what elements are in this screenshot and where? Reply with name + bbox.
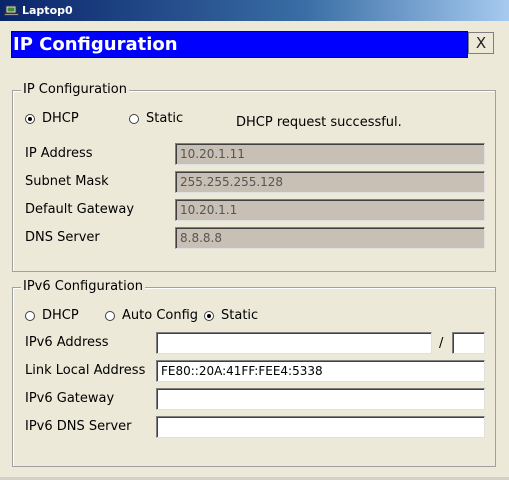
ipv6-dns-server-label: IPv6 DNS Server bbox=[25, 419, 132, 434]
radio-indicator bbox=[129, 114, 139, 124]
ipv6-gateway-label: IPv6 Gateway bbox=[25, 391, 115, 406]
ipv4-dhcp-radio[interactable]: DHCP bbox=[25, 111, 79, 127]
default-gateway-field[interactable] bbox=[175, 199, 485, 221]
dns-server-field[interactable] bbox=[175, 227, 485, 249]
window-title: Laptop0 bbox=[22, 4, 73, 17]
page-title: IP Configuration bbox=[13, 34, 178, 55]
ip-address-label: IP Address bbox=[25, 146, 93, 161]
ipv4-config-group: IP Configuration DHCP Static DHCP reques… bbox=[12, 82, 496, 272]
page-title-bar: IP Configuration bbox=[11, 31, 468, 58]
link-local-address-label: Link Local Address bbox=[25, 363, 146, 378]
ipv6-address-label: IPv6 Address bbox=[25, 335, 109, 350]
dns-server-label: DNS Server bbox=[25, 230, 100, 245]
ipv6-config-group: IPv6 Configuration DHCP Auto Config Stat… bbox=[12, 279, 496, 467]
ipv6-dhcp-label: DHCP bbox=[42, 308, 79, 323]
ipv6-auto-config-radio[interactable]: Auto Config bbox=[105, 308, 198, 324]
radio-indicator bbox=[105, 311, 115, 321]
ipv6-prefix-length-field[interactable] bbox=[452, 332, 485, 354]
ipv6-address-field[interactable] bbox=[156, 332, 432, 354]
link-local-address-field[interactable] bbox=[156, 360, 485, 382]
laptop-app-icon bbox=[4, 3, 19, 18]
ipv6-static-label: Static bbox=[221, 308, 259, 323]
ip-address-field[interactable] bbox=[175, 143, 485, 165]
ipv6-auto-config-label: Auto Config bbox=[122, 308, 199, 323]
prefix-separator: / bbox=[439, 336, 444, 351]
dhcp-status-text: DHCP request successful. bbox=[236, 115, 402, 130]
ipv4-static-label: Static bbox=[146, 111, 184, 126]
ipv6-static-radio[interactable]: Static bbox=[204, 308, 258, 324]
radio-indicator bbox=[25, 114, 35, 124]
ipv6-gateway-field[interactable] bbox=[156, 388, 485, 410]
ipv4-static-radio[interactable]: Static bbox=[129, 111, 183, 127]
subnet-mask-field[interactable] bbox=[175, 171, 485, 193]
ipv6-dns-server-field[interactable] bbox=[156, 416, 485, 438]
default-gateway-label: Default Gateway bbox=[25, 202, 135, 217]
ipv4-group-legend: IP Configuration bbox=[21, 82, 129, 98]
close-button[interactable]: X bbox=[468, 32, 494, 54]
ipv4-dhcp-label: DHCP bbox=[42, 111, 79, 126]
window-titlebar[interactable]: Laptop0 bbox=[0, 0, 509, 21]
radio-indicator bbox=[204, 311, 214, 321]
subnet-mask-label: Subnet Mask bbox=[25, 174, 109, 189]
radio-indicator bbox=[25, 311, 35, 321]
ipv6-dhcp-radio[interactable]: DHCP bbox=[25, 308, 79, 324]
ipv6-group-legend: IPv6 Configuration bbox=[21, 279, 145, 295]
